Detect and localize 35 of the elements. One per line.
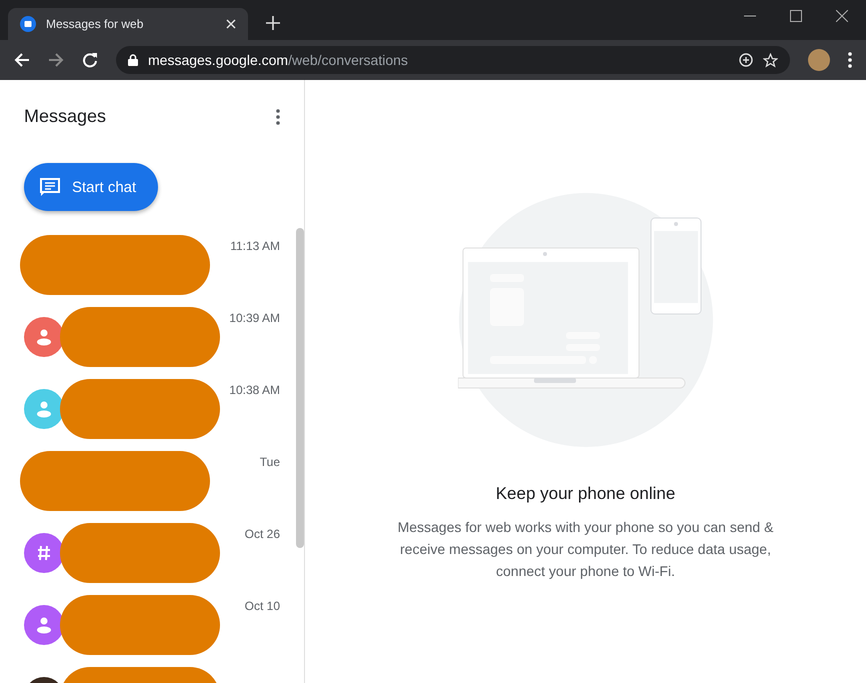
conversation-item[interactable]: Oct 10 xyxy=(0,589,292,661)
tab-title: Messages for web xyxy=(46,17,144,31)
new-tab-icon[interactable] xyxy=(266,16,280,30)
more-options-icon[interactable] xyxy=(276,108,280,124)
chat-icon xyxy=(40,178,60,196)
back-arrow-icon[interactable] xyxy=(14,52,30,68)
conversation-item[interactable]: Tue xyxy=(0,445,292,517)
message-time: Tue xyxy=(260,455,280,469)
reload-icon[interactable] xyxy=(82,52,98,68)
maximize-icon[interactable] xyxy=(790,10,802,22)
menu-icon[interactable] xyxy=(848,52,852,68)
start-chat-button[interactable]: Start chat xyxy=(24,163,158,211)
browser-tab[interactable]: Messages for web xyxy=(8,8,248,40)
chat-bubble-icon xyxy=(20,16,36,32)
lock-icon xyxy=(128,54,138,66)
close-icon[interactable] xyxy=(836,10,848,22)
star-icon[interactable] xyxy=(763,52,778,68)
add-circle-icon[interactable] xyxy=(739,53,753,67)
message-time: Oct 26 xyxy=(244,527,280,541)
scrollbar-thumb[interactable] xyxy=(296,228,304,548)
profile-avatar[interactable] xyxy=(808,49,830,71)
conversation-item[interactable]: 10:39 AM xyxy=(0,301,292,373)
address-bar[interactable]: messages.google.com/web/conversations xyxy=(116,46,790,74)
message-time: 11:13 AM xyxy=(230,239,280,253)
forward-arrow-icon[interactable] xyxy=(48,52,64,68)
heading: Keep your phone online xyxy=(496,484,676,504)
message-time: 10:38 AM xyxy=(229,383,280,397)
app-title: Messages xyxy=(24,106,106,127)
url-text: messages.google.com/web/conversations xyxy=(148,52,408,68)
description: Messages for web works with your phone so you can send & receive messages on your computer. To reduce data usage, connect your phone to Wi-Fi. xyxy=(396,518,774,581)
conversation-item[interactable]: 11:13 AM xyxy=(0,229,292,301)
conversation-item[interactable]: 10:38 AM xyxy=(0,373,292,445)
message-time: 10:39 AM xyxy=(229,311,280,325)
conversation-item[interactable]: Oct 26 xyxy=(0,517,292,589)
message-time: Oct 10 xyxy=(244,599,280,613)
